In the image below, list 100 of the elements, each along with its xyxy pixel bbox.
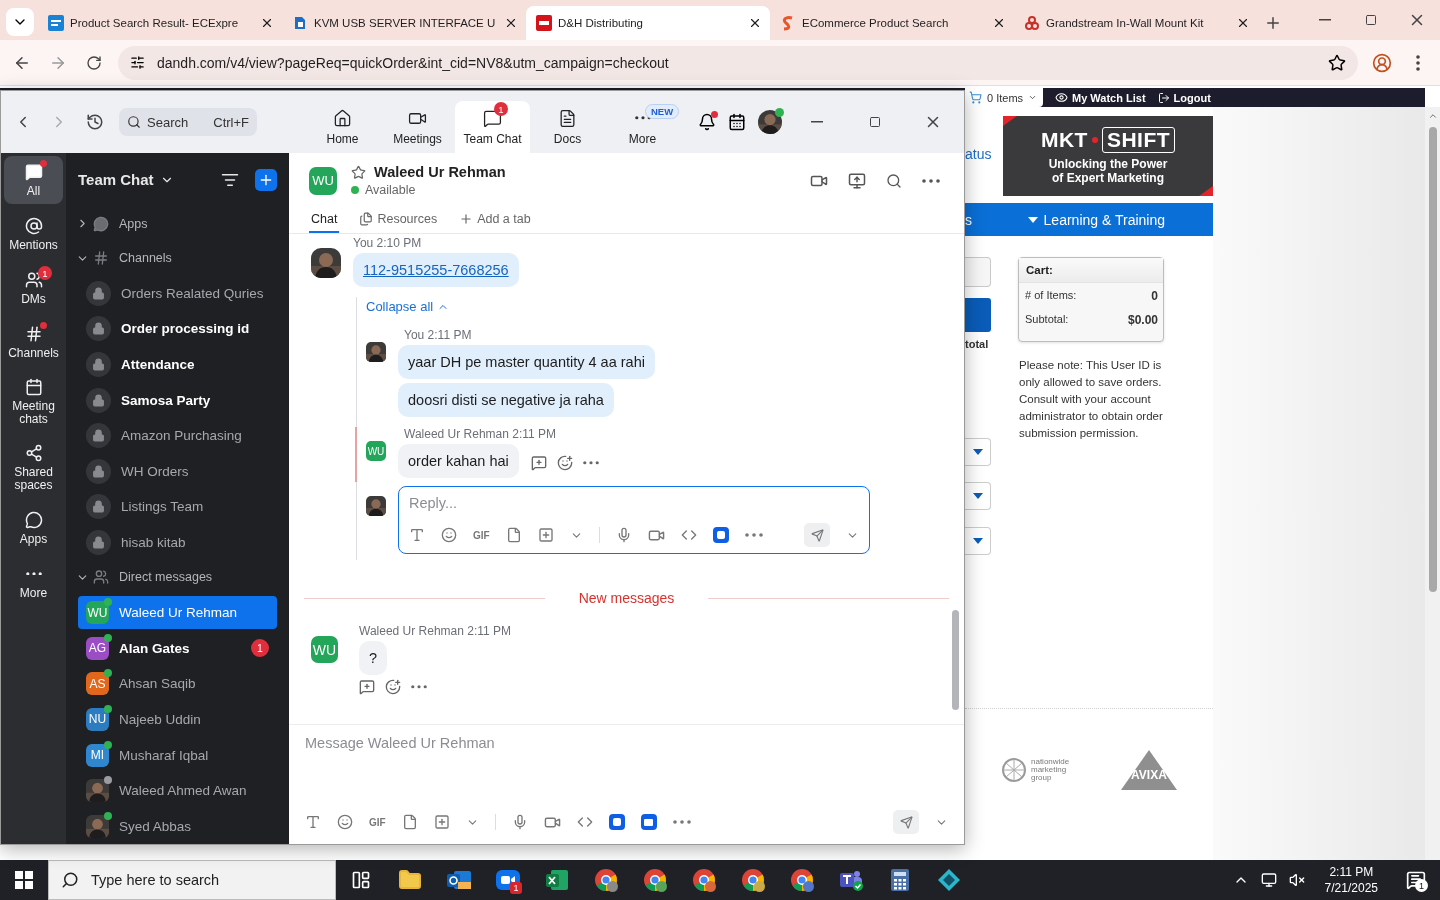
section-header[interactable]: Direct messages [66, 560, 289, 595]
avatar: WU [86, 601, 109, 625]
contact-name: Najeeb Uddin [119, 711, 202, 727]
cart-label: Subtotal: [1025, 313, 1069, 327]
contact-name: Waleed Ahmed Awan [119, 783, 248, 799]
shortcut-hint: Ctrl+F [213, 114, 249, 130]
message-bubble: ? [359, 641, 388, 675]
search-placeholder: Type here to search [91, 872, 220, 888]
account-link[interactable]: My Watch List [1055, 91, 1146, 104]
section-header[interactable]: Channels [66, 240, 289, 276]
rail-item[interactable]: DMs 1 [4, 264, 63, 312]
menu-item[interactable]: s [965, 211, 972, 228]
sender-time: Waleed Ur Rehman 2:11 PM [359, 624, 512, 638]
new-messages-label: New messages [578, 590, 675, 606]
contact-name: Alan Gates [119, 640, 191, 656]
rail-item[interactable]: Channels [4, 318, 63, 366]
partner-logo: AVIXA [1121, 749, 1177, 790]
avatar: MI [86, 743, 109, 767]
rail-item[interactable]: Meeting chats [4, 372, 63, 432]
browser-tab[interactable]: ECommerce Product Search [770, 6, 1014, 40]
count-badge: 1 [1415, 879, 1428, 892]
contact-name: Waleed Ur Rehman [119, 605, 239, 621]
contact-item[interactable]: NU Najeeb Uddin [78, 702, 277, 737]
nav-tab[interactable]: Docs [530, 101, 605, 153]
cart-dropdown[interactable]: 0 Items [965, 88, 1043, 107]
channel-item[interactable]: WH Orders [66, 453, 289, 490]
contact-item[interactable]: MI Musharaf Iqbal [78, 738, 277, 772]
channel-item[interactable]: Amazon Purchasing [66, 417, 289, 454]
address-bar[interactable]: dandh.com/v4/view?pageReq=quickOrder&int_cid=NV8&utm_campaign=checkout [118, 45, 1358, 80]
contact-item[interactable]: Syed Abbas [78, 809, 277, 844]
nav-tab[interactable]: Meetings [380, 101, 455, 153]
rail-item[interactable]: All [4, 156, 63, 204]
column-heading: total [965, 338, 990, 350]
chat-tab[interactable]: Chat [309, 207, 340, 233]
browser-tab[interactable]: KVM USB SERVER INTERFACE U [282, 6, 526, 40]
avatar: WU [309, 166, 337, 195]
channel-item[interactable]: Listings Team [66, 489, 289, 525]
channel-item[interactable]: Attendance [66, 346, 289, 383]
search-field[interactable]: Search Ctrl+F [119, 108, 257, 136]
message-link[interactable]: 112-9515255-7668256 [363, 262, 509, 278]
contact-name: Waleed Ur Rehman [374, 164, 506, 180]
sender-time: You 2:10 PM [353, 236, 422, 250]
channel-item[interactable]: Samosa Party [66, 382, 289, 418]
browser-tab[interactable]: Grandstream In-Wall Mount Kit [1014, 6, 1258, 40]
reply-field[interactable]: Reply... GIF [398, 486, 870, 554]
avatar: AG [86, 636, 109, 660]
new-tag: NEW [645, 104, 680, 119]
message-bubble: order kahan hai [398, 444, 519, 478]
rail-item[interactable]: Mentions [4, 210, 63, 258]
avatar: AS [86, 672, 109, 696]
tab-title: D&H Distributing [558, 17, 644, 29]
rail-item[interactable]: Shared spaces [4, 438, 63, 498]
account-link[interactable]: Logout [1157, 91, 1211, 104]
cart-title: Cart: [1019, 258, 1163, 283]
search-placeholder: Search [147, 114, 190, 130]
clock-date: 7/21/2025 [1324, 880, 1378, 896]
count-badge: 1 [510, 882, 522, 894]
banner-tagline: Unlocking the Power [1048, 157, 1168, 171]
contact-item[interactable]: Waleed Ahmed Awan [78, 773, 277, 808]
nav-tab[interactable]: NEW More [605, 101, 680, 153]
channel-item[interactable]: Order processing id [66, 311, 289, 347]
collapse-link[interactable]: Collapse all [366, 299, 450, 314]
clock[interactable]: 2:11 PM 7/21/2025 [1316, 864, 1386, 896]
contact-item[interactable]: AS Ahsan Saqib [78, 667, 277, 701]
rail-item[interactable]: Apps [4, 504, 63, 552]
nav-tab[interactable]: 1 Team Chat [455, 101, 530, 153]
channel-item[interactable]: hisab kitab [66, 524, 289, 561]
cart-value: 0 [1151, 289, 1158, 303]
contact-name: Ahsan Saqib [119, 676, 197, 692]
chat-tab[interactable]: Add a tab [457, 207, 533, 233]
section-header[interactable]: Apps [66, 206, 289, 241]
avatar: WU [366, 441, 386, 461]
message-bubble: doosri disti se negative ja raha [398, 383, 614, 417]
channel-item[interactable]: Orders Realated Quries [66, 275, 289, 312]
cart-value: $0.00 [1127, 313, 1158, 327]
avatar: WU [311, 636, 338, 663]
count-badge: 1 [251, 639, 269, 658]
url-text: dandh.com/v4/view?pageReq=quickOrder&int_cid=NV8&utm_campaign=checkout [157, 54, 670, 71]
gif-button[interactable]: GIF [473, 529, 490, 541]
cart-label: # of Items: [1025, 289, 1077, 303]
notification-button[interactable]: 1 [1398, 860, 1434, 900]
browser-tab[interactable]: D&H Distributing [526, 6, 770, 40]
tab-title: Grandstream In-Wall Mount Kit [1046, 17, 1205, 29]
status-link[interactable]: atus [965, 116, 1003, 196]
avatar: NU [86, 707, 109, 731]
message-field[interactable]: Message Waleed Ur Rehman [305, 735, 948, 751]
permission-note: Please note: This User ID is only allowed to save orders. Consult with your account administrator to obtain order submission permission. [1019, 358, 1164, 441]
nav-tab[interactable]: Home [305, 101, 380, 153]
chat-tab[interactable]: Resources [357, 207, 440, 233]
taskbar-app[interactable]: 1 [483, 860, 532, 900]
promo-banner[interactable]: MKT SHIFT Unlocking the Power of Expert Marketing [1003, 116, 1213, 196]
gif-button[interactable]: GIF [369, 816, 386, 828]
contact-item[interactable]: AG Alan Gates 1 [78, 631, 277, 665]
sidebar-title[interactable]: Team Chat [78, 171, 154, 189]
rail-item[interactable]: More [4, 558, 63, 606]
contact-item[interactable]: WU Waleed Ur Rehman [78, 595, 277, 630]
menu-item[interactable]: Learning & Training [1027, 211, 1165, 228]
browser-tab[interactable]: Product Search Result- ECExpre [38, 6, 282, 40]
taskbar-search-field[interactable]: Type here to search [48, 860, 336, 900]
banner-logo-text: MKT [1040, 128, 1088, 152]
